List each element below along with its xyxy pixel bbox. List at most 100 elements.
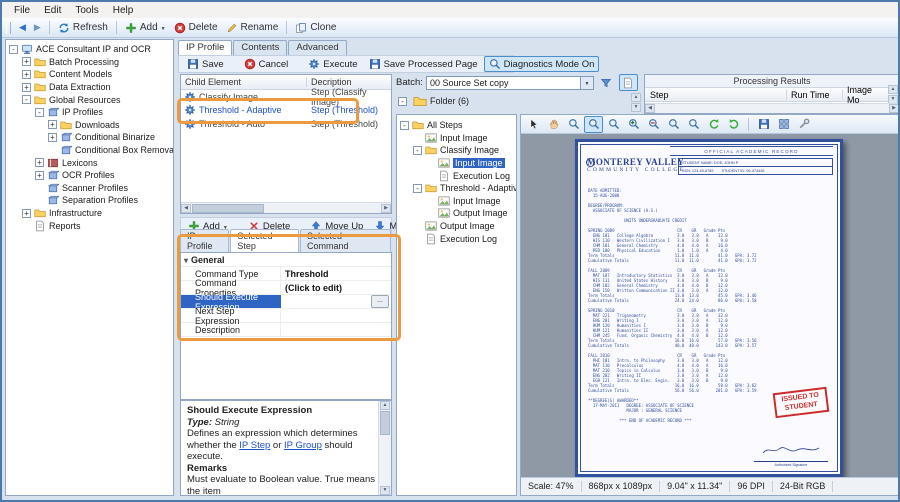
zoom-window-button[interactable] xyxy=(584,116,603,133)
refresh-button[interactable]: Refresh xyxy=(54,21,112,35)
tree-item-conditional-binarize[interactable]: Conditional Binarize xyxy=(6,131,173,144)
child-row-threshold-auto[interactable]: Threshold - Auto Step (Threshold) xyxy=(181,117,391,131)
scroll-down-icon[interactable] xyxy=(380,486,390,495)
clone-button[interactable]: Clone xyxy=(291,21,340,35)
menu-tools[interactable]: Tools xyxy=(68,4,105,17)
results-vertical-scrollbar[interactable] xyxy=(887,85,899,104)
tab-ip-profile[interactable]: IP Profile xyxy=(178,40,232,55)
expander-icon[interactable] xyxy=(413,184,422,193)
scroll-up-icon[interactable] xyxy=(380,401,390,410)
steps-item-classify-input-image[interactable]: Input Image xyxy=(397,157,516,170)
expander-icon[interactable] xyxy=(22,83,31,92)
cancel-button[interactable]: Cancel xyxy=(239,56,294,72)
steps-item-output-image[interactable]: Output Image xyxy=(397,220,516,233)
rotate-ccw-button[interactable] xyxy=(704,116,723,133)
batch-document-button[interactable] xyxy=(619,74,638,91)
tree-item-reports[interactable]: Reports xyxy=(6,219,173,232)
column-description[interactable]: Decription xyxy=(307,77,391,87)
scroll-down-icon[interactable] xyxy=(631,103,641,112)
forward-button[interactable] xyxy=(30,21,45,34)
property-value[interactable] xyxy=(281,323,391,336)
results-horizontal-scrollbar[interactable] xyxy=(645,103,899,113)
expander-icon[interactable] xyxy=(9,45,18,54)
folder-list-scrollbar[interactable] xyxy=(631,93,641,112)
delete-button[interactable]: Delete xyxy=(170,21,222,35)
tab-advanced[interactable]: Advanced xyxy=(288,40,346,55)
tree-item-separation-profiles[interactable]: Separation Profiles xyxy=(6,194,173,207)
batch-folder-row[interactable]: Folder (6) xyxy=(398,93,626,109)
expander-icon[interactable] xyxy=(22,209,31,218)
tree-item-content-models[interactable]: Content Models xyxy=(6,68,173,81)
batch-filter-button[interactable] xyxy=(597,74,616,91)
child-row-classify-image[interactable]: Classify Image Step (Classify Image) xyxy=(181,90,391,104)
property-row-description[interactable]: Description xyxy=(181,323,391,337)
zoom-button[interactable] xyxy=(604,116,623,133)
property-group-general[interactable]: General xyxy=(181,253,391,267)
thumbnails-button[interactable] xyxy=(774,116,793,133)
tree-item-batch-processing[interactable]: Batch Processing xyxy=(6,56,173,69)
column-run-time[interactable]: Run Time xyxy=(787,90,843,100)
vertical-scrollbar[interactable] xyxy=(378,401,391,495)
expander-icon[interactable] xyxy=(22,57,31,66)
browse-ellipsis-button[interactable]: ... xyxy=(371,295,389,308)
expander-icon[interactable] xyxy=(35,108,44,117)
tree-item-scanner-profiles[interactable]: Scanner Profiles xyxy=(6,182,173,195)
menu-help[interactable]: Help xyxy=(106,4,141,17)
tab-selected-command[interactable]: Selected Command xyxy=(300,229,391,252)
expander-icon[interactable] xyxy=(398,97,407,106)
property-value[interactable]: (Click to edit) xyxy=(281,281,391,294)
horizontal-scrollbar[interactable] xyxy=(181,202,391,213)
save-processed-page-button[interactable]: Save Processed Page xyxy=(364,56,483,72)
steps-item-input-image[interactable]: Input Image xyxy=(397,132,516,145)
tree-item-ip-profiles[interactable]: IP Profiles xyxy=(6,106,173,119)
scroll-up-icon[interactable] xyxy=(631,93,641,102)
tree-item-ocr-profiles[interactable]: OCR Profiles xyxy=(6,169,173,182)
expander-icon[interactable] xyxy=(22,70,31,79)
diagnostics-mode-toggle[interactable]: Diagnostics Mode On xyxy=(484,56,600,72)
tab-contents[interactable]: Contents xyxy=(233,40,287,55)
expander-icon[interactable] xyxy=(35,171,44,180)
property-row-next-step-expression[interactable]: Next Step Expression xyxy=(181,309,391,323)
property-value[interactable] xyxy=(281,309,391,322)
tab-ip-profile-props[interactable]: IP Profile xyxy=(180,229,229,252)
pan-tool-button[interactable] xyxy=(544,116,563,133)
scrollbar-thumb[interactable] xyxy=(380,411,390,435)
column-step[interactable]: Step xyxy=(645,90,787,100)
zoom-fit-button[interactable] xyxy=(684,116,703,133)
zoom-actual-size-button[interactable] xyxy=(664,116,683,133)
steps-item-threshold-adaptive[interactable]: Threshold - Adaptive xyxy=(397,182,516,195)
tree-item-downloads[interactable]: Downloads xyxy=(6,119,173,132)
tree-item-root[interactable]: ACE Consultant IP and OCR xyxy=(6,43,173,56)
property-value[interactable]: ... xyxy=(281,295,391,308)
tree-item-global-resources[interactable]: Global Resources xyxy=(6,93,173,106)
steps-item-all-steps[interactable]: All Steps xyxy=(397,119,516,132)
viewer-tools-button[interactable] xyxy=(794,116,813,133)
expander-icon[interactable] xyxy=(35,158,44,167)
scroll-right-icon[interactable] xyxy=(889,104,899,113)
execute-button[interactable]: Execute xyxy=(303,56,362,72)
zoom-region-button[interactable] xyxy=(564,116,583,133)
add-button[interactable]: Add xyxy=(121,21,170,35)
pointer-tool-button[interactable] xyxy=(524,116,543,133)
child-row-threshold-adaptive[interactable]: Threshold - Adaptive Step (Threshold) xyxy=(181,104,391,118)
scroll-right-icon[interactable] xyxy=(381,204,391,213)
tree-item-conditional-box-removal[interactable]: Conditional Box Removal xyxy=(6,144,173,157)
menu-file[interactable]: File xyxy=(7,4,37,17)
property-value[interactable]: Threshold xyxy=(281,267,391,280)
save-image-button[interactable] xyxy=(754,116,773,133)
tree-item-infrastructure[interactable]: Infrastructure xyxy=(6,207,173,220)
column-child-element[interactable]: Child Element xyxy=(181,77,307,87)
expander-icon[interactable] xyxy=(48,133,57,142)
rotate-cw-button[interactable] xyxy=(724,116,743,133)
expander-icon[interactable] xyxy=(400,121,409,130)
help-link-ip-group[interactable]: IP Group xyxy=(284,440,322,451)
image-canvas[interactable]: OFFICIAL ACADEMIC RECORD MONTEREY VALLEY… xyxy=(521,134,899,478)
tree-item-data-extraction[interactable]: Data Extraction xyxy=(6,81,173,94)
scroll-up-icon[interactable] xyxy=(888,85,898,94)
steps-item-execution-log[interactable]: Execution Log xyxy=(397,232,516,245)
steps-item-classify-execution-log[interactable]: Execution Log xyxy=(397,169,516,182)
zoom-out-button[interactable] xyxy=(644,116,663,133)
rename-button[interactable]: Rename xyxy=(222,21,283,35)
scroll-left-icon[interactable] xyxy=(181,204,191,213)
tab-selected-step[interactable]: Selected Step xyxy=(230,229,299,252)
